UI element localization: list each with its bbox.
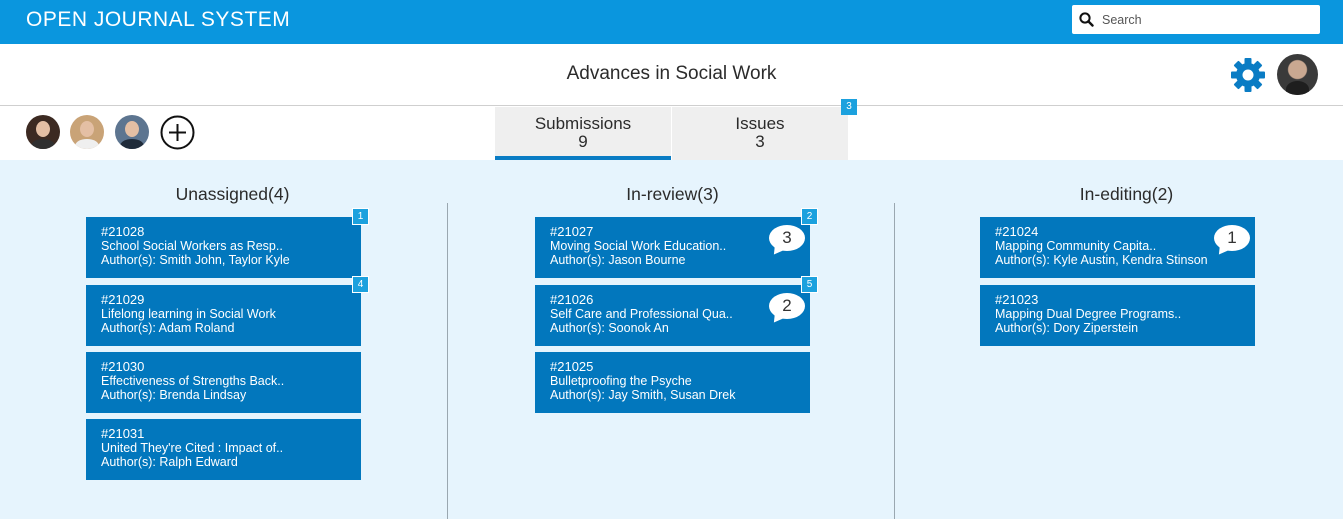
tab-issues[interactable]: Issues 3 [672, 107, 848, 160]
submission-card[interactable]: #21031 United They're Cited : Impact of.… [86, 419, 361, 480]
submission-title: School Social Workers as Resp.. [101, 239, 283, 253]
journal-title: Advances in Social Work [566, 63, 777, 84]
submission-title: United They're Cited : Impact of.. [101, 441, 284, 455]
column-title: Unassigned(4) [175, 184, 290, 204]
submission-authors: Author(s): Brenda Lindsay [101, 388, 247, 402]
comment-bubble-icon[interactable]: 2 [769, 293, 805, 319]
submission-title: Lifelong learning in Social Work [101, 307, 276, 321]
tab-label: Submissions [534, 114, 632, 133]
submission-card[interactable]: #21027 Moving Social Work Education.. Au… [535, 208, 818, 278]
gear-icon[interactable] [1230, 57, 1266, 93]
submission-authors: Author(s): Adam Roland [101, 321, 235, 335]
submission-card[interactable]: #21023 Mapping Dual Degree Programs.. Au… [980, 285, 1255, 346]
column-divider [447, 203, 448, 519]
column-title: In-editing(2) [1079, 184, 1174, 204]
column-divider [894, 203, 895, 519]
user-avatar[interactable] [1277, 54, 1318, 95]
submission-id: #21023 [995, 292, 1039, 307]
issues-notification-badge: 3 [841, 99, 857, 115]
submission-card[interactable]: #21026 Self Care and Professional Qua.. … [535, 276, 818, 346]
sub-header: Submissions 9 Issues 3 3 [0, 99, 1343, 160]
submission-title: Effectiveness of Strengths Back.. [101, 374, 285, 388]
search-icon [1079, 12, 1094, 27]
submission-id: #21030 [101, 359, 145, 374]
notification-badge: 5 [801, 276, 818, 293]
submission-authors: Author(s): Jay Smith, Susan Drek [550, 388, 736, 402]
top-bar: OPEN JOURNAL SYSTEM [0, 0, 1343, 44]
submission-card[interactable]: #21029 Lifelong learning in Social Work … [86, 276, 369, 346]
submission-authors: Author(s): Ralph Edward [101, 455, 238, 469]
team-member-avatar[interactable] [115, 115, 149, 149]
submission-title: Bulletproofing the Psyche [550, 374, 692, 388]
submission-id: #21025 [550, 359, 594, 374]
submission-card[interactable]: #21025 Bulletproofing the Psyche Author(… [535, 352, 810, 413]
notification-badge: 2 [801, 208, 818, 225]
team-member-avatar[interactable] [26, 115, 60, 149]
submission-id: #21029 [101, 292, 145, 307]
kanban-board: Unassigned(4) #21028 School Social Worke… [0, 160, 1343, 519]
submission-authors: Author(s): Kyle Austin, Kendra Stinson [995, 253, 1208, 267]
plus-circle-icon[interactable] [160, 115, 195, 150]
submission-authors: Author(s): Dory Ziperstein [995, 321, 1139, 335]
submission-card[interactable]: #21030 Effectiveness of Strengths Back..… [86, 352, 361, 413]
submission-id: #21031 [101, 426, 145, 441]
tab-count: 9 [578, 132, 588, 151]
submission-card[interactable]: #21024 Mapping Community Capita.. Author… [980, 217, 1255, 278]
search-box[interactable] [1072, 5, 1320, 34]
submission-authors: Author(s): Soonok An [550, 321, 669, 335]
tab-label: Issues [735, 114, 785, 133]
comment-bubble-icon[interactable]: 1 [1214, 225, 1250, 251]
team-member-avatar[interactable] [70, 115, 104, 149]
submission-id: #21028 [101, 224, 145, 239]
submission-title: Mapping Dual Degree Programs.. [995, 307, 1182, 321]
submission-authors: Author(s): Jason Bourne [550, 253, 686, 267]
app-title: OPEN JOURNAL SYSTEM [26, 8, 291, 31]
tab-submissions[interactable]: Submissions 9 [495, 107, 671, 160]
search-input[interactable] [1102, 9, 1312, 30]
notification-badge: 4 [352, 276, 369, 293]
submission-card[interactable]: #21028 School Social Workers as Resp.. A… [86, 208, 369, 278]
journal-header: Advances in Social Work [0, 44, 1343, 106]
notification-badge: 1 [352, 208, 369, 225]
submission-authors: Author(s): Smith John, Taylor Kyle [101, 253, 290, 267]
tab-count: 3 [755, 132, 765, 151]
column-title: In-review(3) [626, 184, 719, 204]
comment-bubble-icon[interactable]: 3 [769, 225, 805, 251]
